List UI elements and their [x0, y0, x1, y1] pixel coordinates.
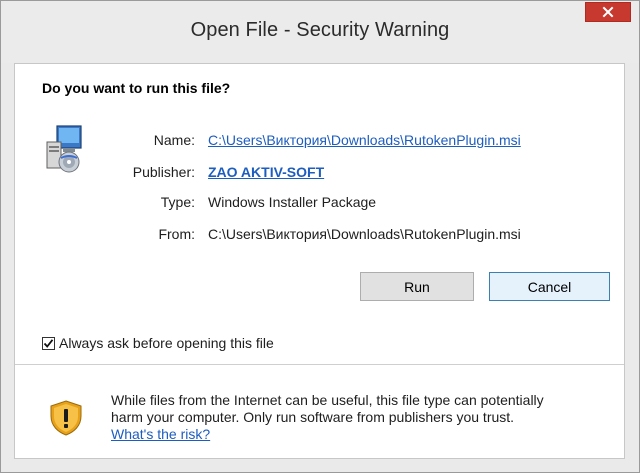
divider	[15, 364, 624, 365]
name-label: Name:	[153, 132, 195, 148]
dialog-content: Do you want to run this file? Name: C:\U…	[14, 63, 625, 459]
from-value: C:\Users\Виктория\Downloads\RutokenPlugi…	[208, 226, 521, 242]
window-title: Open File - Security Warning	[190, 19, 450, 41]
checkmark-icon	[43, 338, 54, 348]
warning-line-1: While files from the Internet can be use…	[111, 392, 544, 408]
shield-warning-icon	[50, 400, 82, 436]
always-ask-label[interactable]: Always ask before opening this file	[59, 335, 274, 351]
always-ask-checkbox[interactable]	[42, 336, 55, 350]
security-warning-window: Open File - Security Warning Do you want…	[0, 0, 640, 473]
publisher-label: Publisher:	[132, 164, 195, 180]
publisher-value-link[interactable]: ZAO AKTIV-SOFT	[208, 164, 324, 180]
whats-the-risk-link[interactable]: What's the risk?	[111, 426, 210, 442]
from-label: From:	[158, 226, 195, 242]
warning-line-2: harm your computer. Only run software fr…	[111, 409, 515, 425]
close-icon	[602, 6, 614, 18]
cancel-button[interactable]: Cancel	[489, 272, 610, 301]
close-button[interactable]	[585, 2, 631, 22]
always-ask-row[interactable]: Always ask before opening this file	[42, 334, 274, 352]
name-value-link[interactable]: C:\Users\Виктория\Downloads\RutokenPlugi…	[208, 132, 521, 148]
run-button[interactable]: Run	[360, 272, 474, 301]
type-label: Type:	[160, 194, 195, 210]
title-bar: Open File - Security Warning	[1, 1, 639, 63]
dialog-question: Do you want to run this file?	[42, 80, 231, 96]
installer-package-icon	[46, 125, 82, 173]
warning-text: While files from the Internet can be use…	[111, 392, 611, 443]
type-value: Windows Installer Package	[208, 194, 377, 210]
